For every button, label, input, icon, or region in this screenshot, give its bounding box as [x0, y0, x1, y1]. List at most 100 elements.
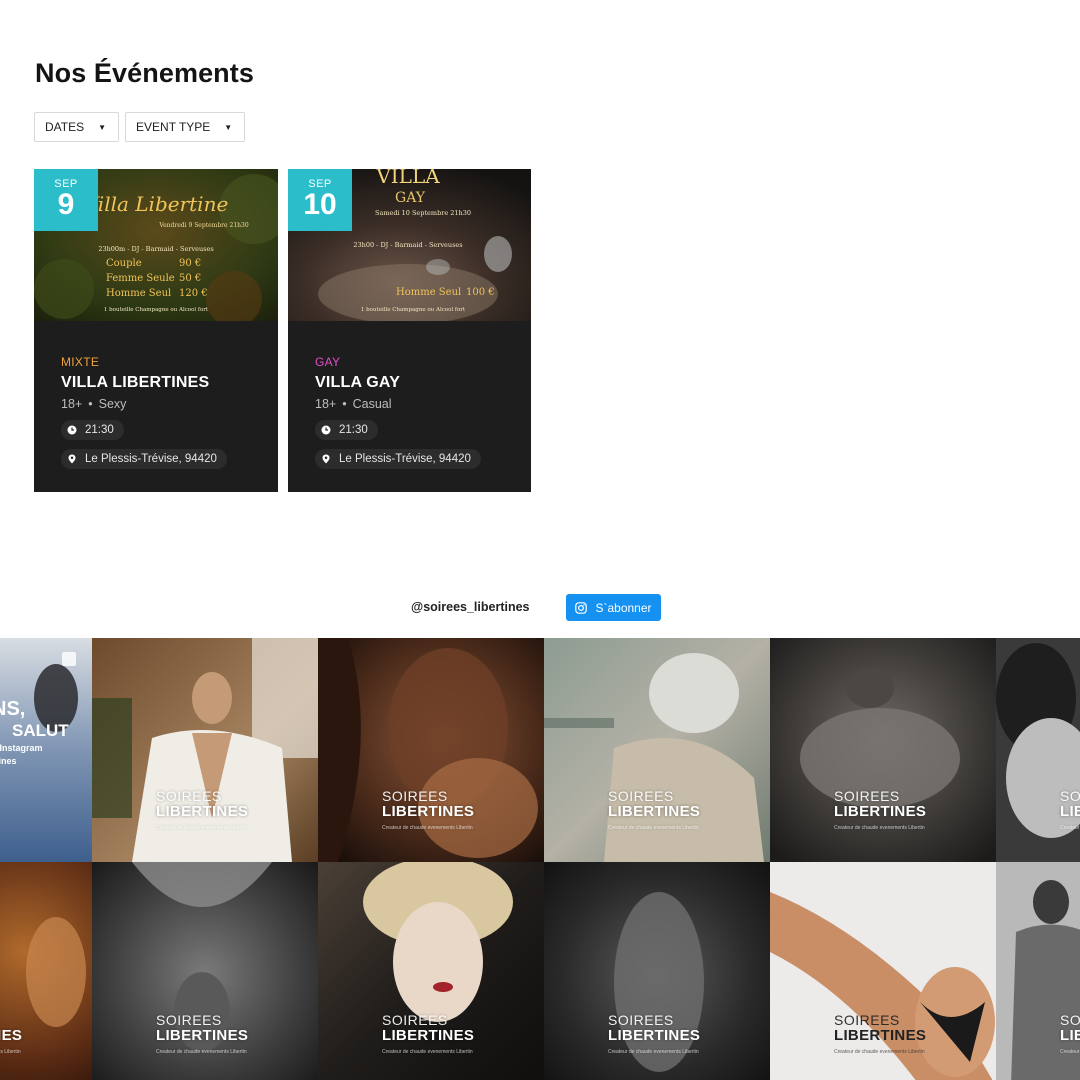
- instagram-post-tile[interactable]: SOIREESLIBERTINES Createur de chaude even…: [544, 862, 770, 1080]
- instagram-post-tile[interactable]: SOIREESLIBERTINES Createur de chaude even…: [92, 638, 318, 862]
- event-meta: 18+ • Casual: [315, 397, 521, 411]
- post-brand-overlay: SOIREESLIBERTINES Createur de chaude even…: [382, 789, 474, 836]
- instagram-handle-link[interactable]: @soirees_libertines: [411, 600, 530, 614]
- page-title: Nos Événements: [35, 58, 254, 88]
- event-title[interactable]: VILLA LIBERTINES: [61, 374, 268, 392]
- poster-footer: 1 bouteille Champagne ou Alcool fort: [104, 307, 209, 313]
- event-style: Sexy: [98, 397, 127, 411]
- date-day: 10: [303, 188, 337, 221]
- poster-price-value: 120 €: [179, 288, 208, 299]
- instagram-feed-grid: NS, SALUT e Instagram rtines SOIREESLIBE…: [0, 638, 1080, 1080]
- overlay-line: SOIREES: [608, 788, 674, 804]
- caption-line: NS,: [0, 698, 26, 720]
- instagram-post-tile[interactable]: NS, SALUT e Instagram rtines: [0, 638, 92, 862]
- post-brand-overlay: SOIREESLIBERTINES Createur de chaude even…: [156, 1013, 248, 1060]
- instagram-post-tile[interactable]: SOIREESLIBERTINES Createur de chaude even…: [0, 862, 92, 1080]
- overlay-line: Createur de chaude evenements Libertin: [156, 1049, 247, 1055]
- post-brand-overlay: SOIREESLIBERTINES Createur de chaude even…: [608, 789, 700, 836]
- overlay-line: Createur de chaude evenements Libertin: [156, 825, 247, 831]
- post-brand-overlay: SOIREESLIBERTINES Createur de chaude even…: [156, 789, 248, 836]
- event-category: GAY: [315, 355, 341, 369]
- instagram-icon: [575, 601, 588, 614]
- instagram-post-tile[interactable]: SOIREESLIBERTINES Createur de chaude even…: [318, 638, 544, 862]
- event-card[interactable]: Villa Libertine Vendredi 9 Septembre 21h…: [34, 169, 278, 492]
- caption-line: SALUT: [12, 721, 69, 740]
- overlay-line: LIBERTINES: [1060, 803, 1080, 820]
- instagram-post-tile[interactable]: SOIREESLIBERTINES Createur de chaude even…: [770, 862, 996, 1080]
- overlay-line: LIBERTINES: [382, 1027, 475, 1044]
- event-meta: 18+ • Sexy: [61, 397, 268, 411]
- location-pin-icon: [322, 454, 330, 464]
- instagram-post-tile[interactable]: SOIREESLIBERTINES Createur de chaude even…: [92, 862, 318, 1080]
- poster-price-value: 100 €: [466, 287, 495, 298]
- poster-price-label: Femme Seule: [106, 273, 175, 284]
- instagram-post-tile[interactable]: SOIREESLIBERTINES Createur de chaude even…: [770, 638, 996, 862]
- poster-heading: VILLA: [375, 169, 440, 188]
- overlay-line: LIBERTINES: [1060, 1027, 1080, 1044]
- overlay-line: LIBERTINES: [156, 1027, 249, 1044]
- poster-date: Vendredi 9 Septembre 21h30: [158, 222, 248, 229]
- event-location-pill: Le Plessis-Trévise, 94420: [61, 449, 227, 469]
- overlay-line: SOIREES: [156, 788, 222, 804]
- event-title[interactable]: VILLA GAY: [315, 374, 521, 392]
- overlay-line: Createur de chaude evenements Libertin: [382, 1049, 473, 1055]
- event-category: MIXTE: [61, 355, 100, 369]
- instagram-post-tile[interactable]: SOIREESLIBERTINES Createur de chaude even…: [544, 638, 770, 862]
- overlay-line: SOIREES: [1060, 1012, 1080, 1028]
- event-time: 21:30: [339, 424, 368, 436]
- event-age: 18+: [315, 397, 337, 411]
- overlay-line: Createur de chaude evenements Libertin: [382, 825, 473, 831]
- overlay-line: LIBERTINES: [0, 1027, 23, 1044]
- instagram-post-tile[interactable]: SOIREESLIBERTINES Createur de chaude even…: [996, 862, 1080, 1080]
- poster-heading: Villa Libertine: [84, 192, 229, 216]
- overlay-line: Createur de chaude evenements Libertin: [0, 1049, 21, 1055]
- date-day: 9: [57, 188, 75, 221]
- caret-down-icon: ▼: [98, 122, 107, 132]
- event-time: 21:30: [85, 424, 114, 436]
- event-time-pill: 21:30: [61, 420, 124, 440]
- clock-icon: [321, 425, 331, 435]
- overlay-line: Createur de chaude evenements Libertin: [1060, 825, 1080, 831]
- event-time-pill: 21:30: [315, 420, 378, 440]
- event-card[interactable]: VILLA GAY Samedi 10 Septembre 21h30 23h0…: [288, 169, 531, 492]
- subscribe-button[interactable]: S`abonner: [566, 594, 661, 621]
- dates-filter-dropdown[interactable]: DATES ▼: [34, 112, 120, 142]
- post-brand-overlay: SOIREESLIBERTINES Createur de chaude even…: [382, 1013, 474, 1060]
- event-style: Casual: [352, 397, 392, 411]
- overlay-line: SOIREES: [382, 788, 448, 804]
- post-brand-overlay: SOIREESLIBERTINES Createur de chaude even…: [834, 789, 926, 836]
- overlay-line: SOIREES: [0, 1013, 22, 1028]
- overlay-line: SOIREES: [1060, 788, 1080, 804]
- caption-line: rtines: [0, 756, 17, 766]
- overlay-line: SOIREES: [608, 1012, 674, 1028]
- event-age: 18+: [61, 397, 83, 411]
- instagram-post-tile[interactable]: SOIREESLIBERTINES Createur de chaude even…: [996, 638, 1080, 862]
- dates-filter-label: DATES: [45, 120, 85, 134]
- event-type-filter-dropdown[interactable]: EVENT TYPE ▼: [125, 112, 246, 142]
- overlay-line: LIBERTINES: [608, 1027, 701, 1044]
- instagram-post-tile[interactable]: SOIREESLIBERTINES Createur de chaude even…: [318, 862, 544, 1080]
- overlay-line: LIBERTINES: [156, 803, 249, 820]
- poster-date: Samedi 10 Septembre 21h30: [375, 209, 471, 217]
- overlay-line: LIBERTINES: [608, 803, 701, 820]
- location-pin-icon: [68, 454, 76, 464]
- event-type-filter-label: EVENT TYPE: [136, 120, 211, 134]
- event-info: GAY VILLA GAY 18+ • Casual 21:30 Le Plessi…: [315, 355, 521, 469]
- poster-subheading: GAY: [395, 190, 426, 206]
- post-brand-overlay: SOIREESLIBERTINES Createur de chaude even…: [608, 1013, 700, 1060]
- overlay-line: Createur de chaude evenements Libertin: [834, 1049, 925, 1055]
- separator-dot: •: [342, 397, 347, 411]
- post-brand-overlay: SOIREESLIBERTINES Createur de chaude even…: [1060, 1013, 1080, 1060]
- date-badge: SEP 10: [288, 169, 352, 231]
- poster-price-label: Couple: [106, 258, 142, 269]
- poster-services: 23h00 - DJ - Barmaid - Serveuses: [353, 241, 462, 249]
- poster-footer: 1 bouteille Champagne ou Alcool fort: [361, 307, 466, 313]
- separator-dot: •: [88, 397, 93, 411]
- post-brand-overlay: SOIREESLIBERTINES Createur de chaude even…: [0, 1013, 22, 1060]
- overlay-line: Createur de chaude evenements Libertin: [834, 825, 925, 831]
- event-poster-image: VILLA GAY Samedi 10 Septembre 21h30 23h0…: [288, 169, 531, 321]
- poster-price-label: Homme Seul: [396, 287, 461, 298]
- poster-price-value: 50 €: [179, 273, 201, 284]
- overlay-line: Createur de chaude evenements Libertin: [1060, 1049, 1080, 1055]
- overlay-line: Createur de chaude evenements Libertin: [608, 1049, 699, 1055]
